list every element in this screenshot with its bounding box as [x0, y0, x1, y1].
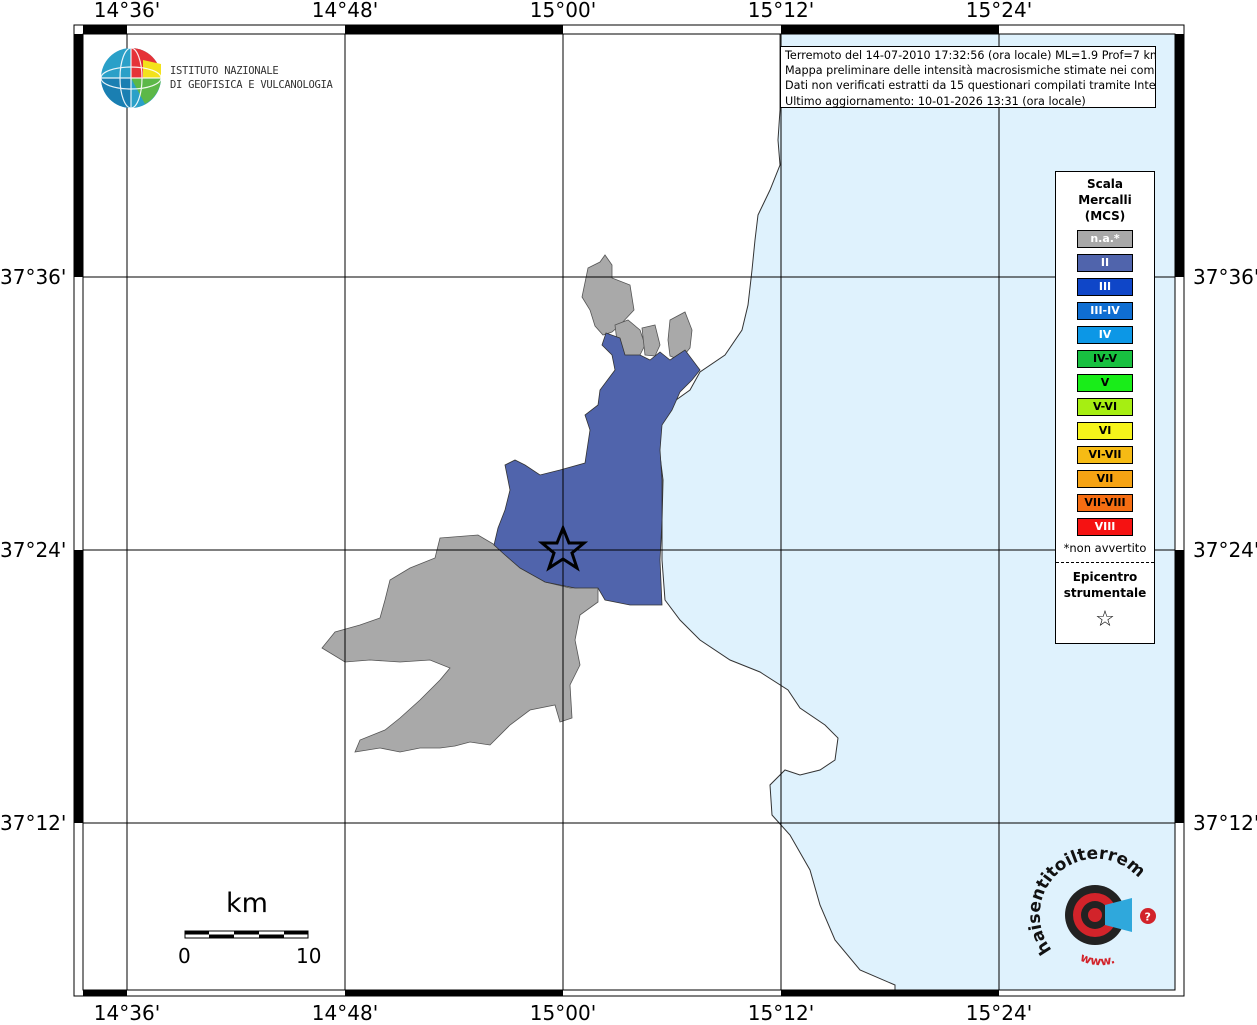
scalebar-unit: km [226, 888, 268, 919]
legend-swatch: V [1077, 374, 1133, 392]
legend-swatch: VI-VII [1077, 446, 1133, 464]
legend-swatch: n.a.* [1077, 230, 1133, 248]
legend-swatch: VII [1077, 470, 1133, 488]
info-line: Dati non verificati estratti da 15 quest… [785, 79, 1156, 93]
legend-swatches: n.a.* II III III-IV IV IV-V V V-VI VI VI-VII VII VI… [1056, 230, 1154, 536]
ingv-logo-text: ISTITUTO NAZIONALE DI GEOFISICA E VULCAN… [170, 64, 333, 92]
legend-swatch: VIII [1077, 518, 1133, 536]
lon-label-top: 14°36' [93, 0, 161, 22]
legend-swatch: II [1077, 254, 1133, 272]
lat-label-right: 37°12' [1193, 811, 1257, 835]
region-na-north-3 [641, 324, 661, 357]
lon-label-bottom: 15°00' [529, 1001, 597, 1025]
ingv-logo-line2: DI GEOFISICA E VULCANOLOGIA [170, 79, 333, 91]
legend-title-line: Mercalli [1078, 193, 1132, 207]
lat-label-right: 37°36' [1193, 265, 1257, 289]
lon-label-top: 14°48' [311, 0, 379, 22]
lon-label-bottom: 15°24' [965, 1001, 1033, 1025]
legend-swatch: IV [1077, 326, 1133, 344]
lon-label-top: 15°24' [965, 0, 1033, 22]
info-line: Terremoto del 14-07-2010 17:32:56 (ora l… [785, 49, 1156, 62]
legend-na-note: *non avvertito [1063, 541, 1147, 555]
legend-epicenter-title: Epicentro strumentale [1056, 569, 1154, 601]
region-na-north-4 [667, 311, 693, 361]
lon-label-top: 15°00' [529, 0, 597, 22]
legend-swatch: V-VI [1077, 398, 1133, 416]
legend-swatch: VI [1077, 422, 1133, 440]
legend-title: Scala Mercalli (MCS) [1056, 176, 1154, 224]
lat-label-right: 37°24' [1193, 538, 1257, 562]
lon-label-bottom: 14°48' [311, 1001, 379, 1025]
legend-title-line: Scala [1086, 177, 1124, 191]
legend-epicenter-star-icon: ☆ [1095, 607, 1115, 632]
lat-label-left: 37°12' [0, 811, 67, 835]
legend-epicenter-line: Epicentro [1072, 570, 1138, 584]
lat-label-left: 37°36' [0, 265, 67, 289]
ingv-globe-icon [100, 47, 162, 109]
haisentito-question-icon: ? [1145, 911, 1151, 924]
intensity-legend: Scala Mercalli (MCS) n.a.* II III III-IV IV I… [1055, 171, 1155, 644]
scale-bar [184, 930, 309, 939]
info-line: Ultimo aggiornamento: 10-01-2026 13:31 (… [785, 94, 1086, 108]
info-line: Mappa preliminare delle intensità macros… [785, 64, 1156, 78]
lat-label-left: 37°24' [0, 538, 67, 562]
ingv-logo-line1: ISTITUTO NAZIONALE [170, 65, 279, 77]
lon-label-top: 15°12' [747, 0, 815, 22]
scalebar-max: 10 [296, 944, 322, 968]
earthquake-info-box: Terremoto del 14-07-2010 17:32:56 (ora l… [780, 46, 1156, 108]
scalebar-min: 0 [178, 944, 191, 968]
legend-divider [1056, 562, 1154, 563]
legend-swatch: III-IV [1077, 302, 1133, 320]
legend-swatch: VII-VIII [1077, 494, 1133, 512]
lon-label-bottom: 14°36' [93, 1001, 161, 1025]
legend-swatch: IV-V [1077, 350, 1133, 368]
legend-title-line: (MCS) [1084, 209, 1126, 223]
lon-label-bottom: 15°12' [747, 1001, 815, 1025]
legend-swatch: III [1077, 278, 1133, 296]
legend-epicenter-line: strumentale [1063, 586, 1147, 600]
